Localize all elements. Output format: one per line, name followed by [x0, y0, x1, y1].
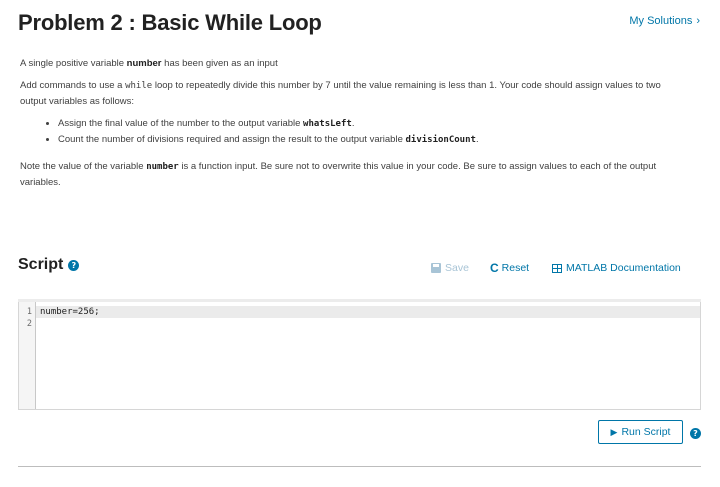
description-text: A single positive variable: [20, 58, 127, 69]
problem-description: A single positive variable number has be…: [20, 56, 680, 197]
my-solutions-label: My Solutions: [629, 15, 693, 27]
description-text: .: [475, 134, 479, 145]
description-text: has been given as an input: [161, 58, 278, 69]
code-line[interactable]: [36, 318, 700, 330]
list-item: Assign the final value of the number to …: [58, 116, 680, 132]
variable-number: number: [146, 162, 179, 172]
description-paragraph-3: Note the value of the variable number is…: [20, 159, 680, 190]
page-title: Problem 2 : Basic While Loop: [18, 10, 322, 35]
editor-top-bar: [18, 299, 701, 302]
save-button[interactable]: Save: [431, 261, 469, 275]
code-area[interactable]: number=256;: [36, 300, 700, 409]
save-icon: [431, 263, 441, 273]
matlab-documentation-link[interactable]: MATLAB Documentation: [552, 261, 681, 275]
code-while: while: [125, 81, 153, 91]
documentation-label: MATLAB Documentation: [566, 262, 681, 274]
reset-icon: C: [490, 261, 499, 275]
description-text: Assign the final value of the number to …: [58, 118, 304, 129]
run-script-label: Run Script: [621, 426, 671, 438]
description-text: Note the value of the variable: [20, 161, 147, 172]
script-heading: Script ?: [18, 256, 80, 274]
divider: [18, 466, 701, 467]
code-editor[interactable]: 1 2 number=256;: [18, 299, 701, 410]
line-number: 2: [26, 319, 32, 329]
list-item: Count the number of divisions required a…: [58, 132, 680, 148]
reset-label: Reset: [501, 262, 530, 274]
my-solutions-link[interactable]: My Solutions ›: [629, 15, 700, 27]
variable-number: number: [126, 58, 162, 69]
documentation-icon: [552, 263, 562, 273]
chevron-right-icon: ›: [696, 15, 700, 27]
line-number-gutter: 1 2: [19, 300, 36, 409]
script-heading-label: Script: [18, 256, 64, 273]
help-icon[interactable]: ?: [68, 259, 80, 271]
play-icon: ▶: [610, 426, 618, 437]
description-text: Add commands to use a: [20, 80, 126, 91]
variable-divisioncount: divisionCount: [405, 135, 476, 145]
description-text: Count the number of divisions required a…: [58, 134, 406, 145]
requirements-list: Assign the final value of the number to …: [20, 116, 680, 148]
run-script-button[interactable]: ▶ Run Script: [598, 420, 683, 444]
reset-button[interactable]: C Reset: [490, 261, 529, 275]
code-line[interactable]: number=256;: [36, 306, 700, 318]
variable-whatsleft: whatsLeft: [303, 119, 352, 129]
line-number: 1: [26, 307, 32, 317]
description-text: .: [351, 118, 355, 129]
help-icon[interactable]: ?: [690, 428, 701, 439]
save-label: Save: [445, 262, 469, 274]
description-paragraph-2: Add commands to use a while loop to repe…: [20, 78, 680, 109]
description-paragraph-1: A single positive variable number has be…: [20, 56, 680, 71]
